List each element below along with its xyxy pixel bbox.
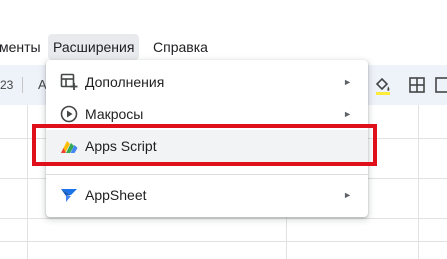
submenu-arrow-icon: ►	[343, 77, 352, 87]
highlight-annotation-box	[32, 124, 377, 166]
menu-help[interactable]: Справка	[148, 34, 213, 60]
menu-divider	[46, 174, 368, 175]
add-ons-icon	[60, 73, 78, 90]
menu-tools-partial[interactable]: менты	[0, 34, 46, 60]
grid-column-line	[418, 105, 419, 259]
menu-item-label: Дополнения	[85, 74, 165, 90]
toolbar-divider	[22, 77, 23, 93]
grid-row-line	[0, 218, 447, 219]
macros-play-icon	[60, 105, 78, 123]
menu-bar: менты Расширения Справка	[0, 34, 447, 60]
fill-color-icon[interactable]	[373, 75, 393, 95]
menu-item-label: AppSheet	[85, 187, 147, 203]
merge-cells-icon[interactable]	[434, 75, 447, 95]
menu-item-appsheet[interactable]: AppSheet ►	[46, 179, 368, 211]
menu-extensions[interactable]: Расширения	[48, 34, 140, 60]
appsheet-logo-icon	[61, 189, 77, 202]
grid-column-line	[27, 105, 28, 259]
grid-row-line	[0, 241, 447, 242]
submenu-arrow-icon: ►	[343, 190, 352, 200]
menu-item-addons[interactable]: Дополнения ►	[46, 66, 368, 98]
zoom-value-partial[interactable]: 23	[0, 65, 13, 105]
borders-icon[interactable]	[407, 75, 427, 95]
